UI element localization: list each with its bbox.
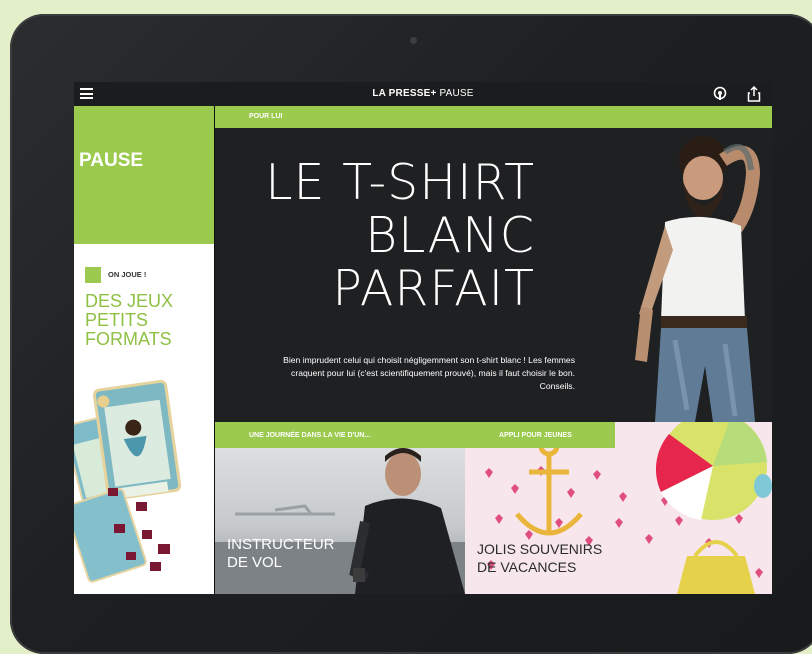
tablet-device: LA PRESSE+ PAUSE PAUSE ON JOUE ! DES JEU… bbox=[10, 14, 812, 654]
kicker-label: ON JOUE ! bbox=[108, 270, 147, 279]
app-screen: LA PRESSE+ PAUSE PAUSE ON JOUE ! DES JEU… bbox=[74, 82, 772, 594]
brand-name: LA PRESSE bbox=[372, 88, 431, 99]
podcast-icon[interactable] bbox=[712, 86, 728, 102]
games-article-title[interactable]: DES JEUX PETITS FORMATS bbox=[85, 292, 211, 349]
brand-section: PAUSE bbox=[439, 88, 474, 99]
hero-title-line-2: BLANC bbox=[365, 207, 535, 264]
article-tile-flight-instructor[interactable]: UNE JOURNÉE DANS LA VIE D'UN... INSTRUCT… bbox=[215, 422, 465, 594]
games-title-line-2: PETITS bbox=[85, 310, 149, 330]
hero-title: LE T-SHIRT BLANC PARFAIT bbox=[255, 156, 535, 315]
hero-title-line-3: PARFAIT bbox=[332, 260, 535, 317]
hero-title-line-1: LE T-SHIRT bbox=[265, 154, 535, 211]
hero-summary: Bien imprudent celui qui choisit néglige… bbox=[283, 355, 575, 391]
tile-title: INSTRUCTEUR DE VOL bbox=[227, 536, 335, 572]
tile-title: JOLIS SOUVENIRS DE VACANCES bbox=[477, 540, 602, 576]
category-label: POUR LUI bbox=[249, 113, 283, 120]
category-bar: POUR LUI bbox=[215, 106, 772, 128]
category-bar: UNE JOURNÉE DANS LA VIE D'UN... bbox=[215, 422, 465, 448]
category-label: UNE JOURNÉE DANS LA VIE D'UN... bbox=[249, 432, 371, 439]
pause-section-block[interactable]: PAUSE bbox=[74, 106, 214, 244]
tile-title-line-2: DE VACANCES bbox=[477, 559, 577, 575]
games-title-line-1: DES JEUX bbox=[85, 291, 174, 311]
tile-title-line-1: JOLIS SOUVENIRS bbox=[477, 541, 603, 557]
app-brand: LA PRESSE+ PAUSE bbox=[74, 88, 772, 99]
tile-title-line-1: INSTRUCTEUR bbox=[227, 536, 335, 553]
brand-plus: + bbox=[430, 88, 437, 99]
tile-title-line-2: DE VOL bbox=[227, 554, 283, 571]
kicker-marker bbox=[85, 267, 101, 283]
camera-dot bbox=[410, 37, 417, 44]
hero-article[interactable]: POUR LUI LE T-SHIRT BLANC PARFAIT Bien i… bbox=[215, 106, 772, 422]
top-bar: LA PRESSE+ PAUSE bbox=[74, 82, 772, 106]
share-icon[interactable] bbox=[746, 86, 762, 102]
card-game-image[interactable] bbox=[74, 376, 214, 594]
article-tile-vacation-memories[interactable]: APPLI POUR JEUNES JOLIS SOUVENIRS DE VAC… bbox=[465, 422, 772, 594]
pause-section-title: PAUSE bbox=[79, 150, 144, 171]
category-label: APPLI POUR JEUNES bbox=[499, 432, 572, 439]
hero-man-image bbox=[635, 136, 761, 422]
left-column: PAUSE ON JOUE ! DES JEUX PETITS FORMATS bbox=[74, 106, 214, 594]
games-title-line-3: FORMATS bbox=[85, 329, 172, 349]
category-bar: APPLI POUR JEUNES bbox=[465, 422, 615, 448]
